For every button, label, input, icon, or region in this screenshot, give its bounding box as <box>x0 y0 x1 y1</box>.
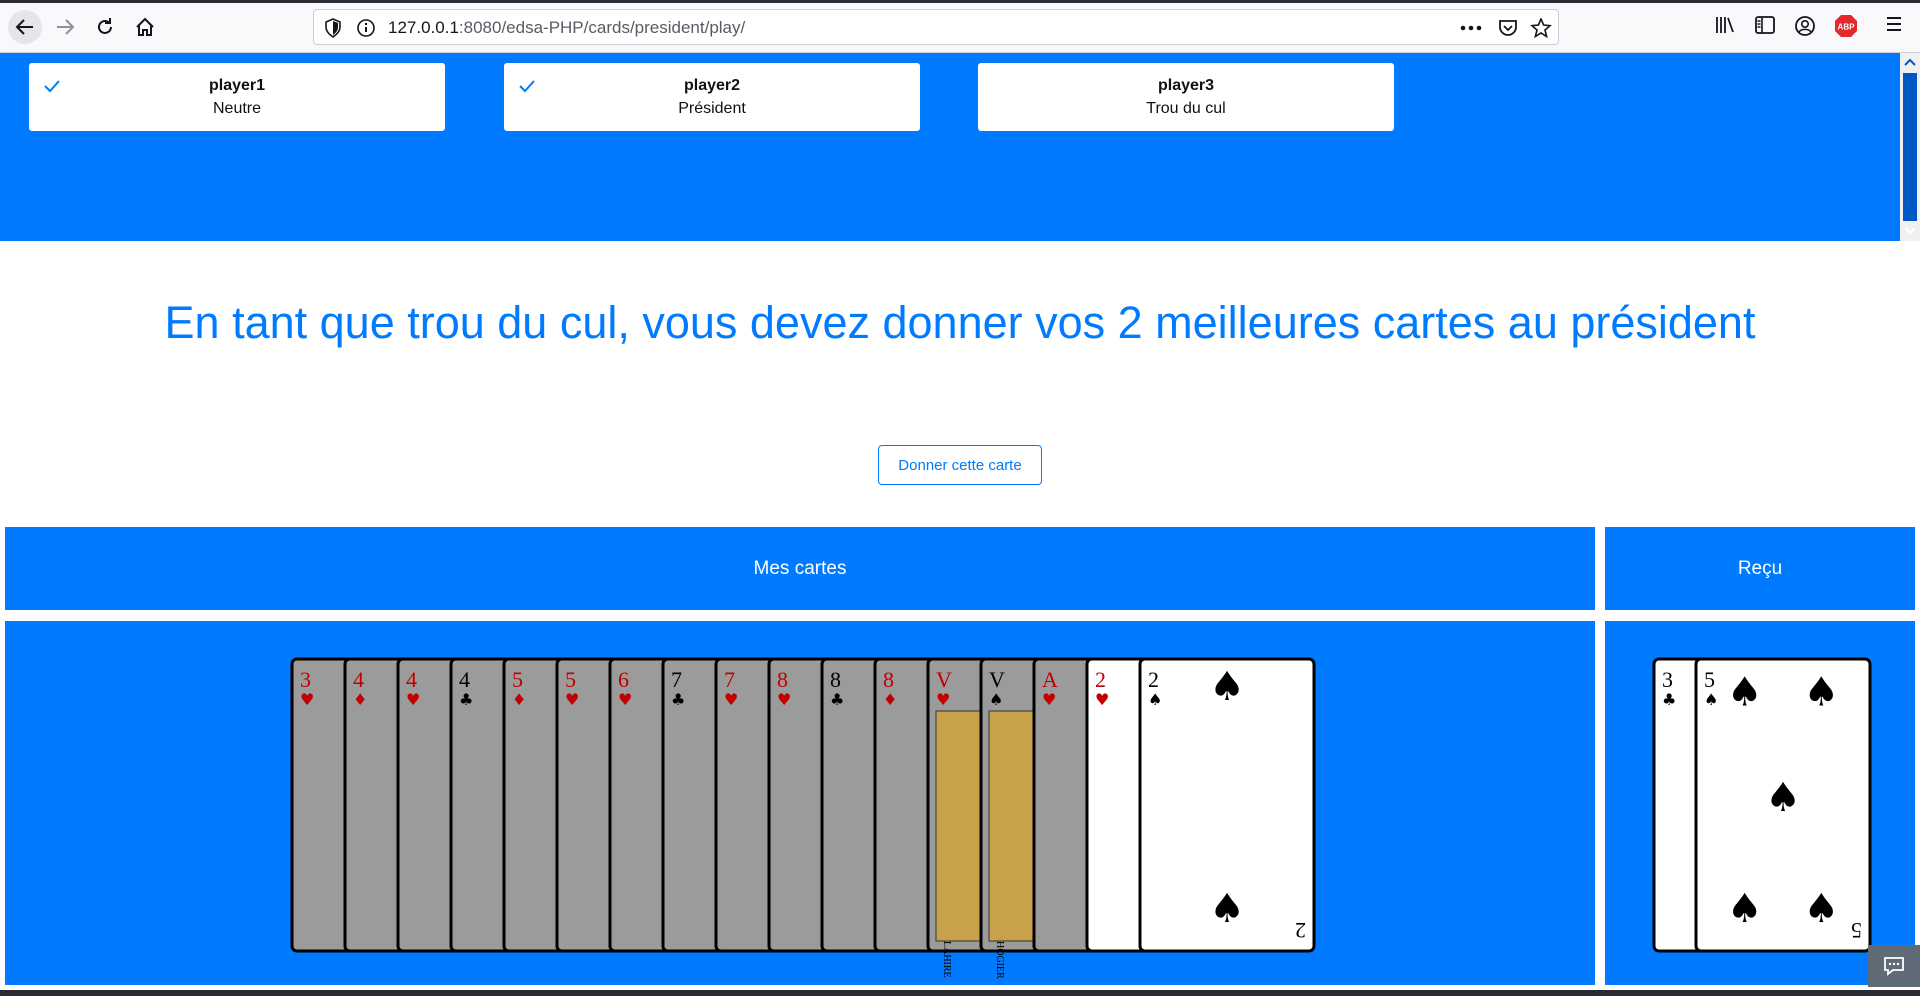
card-suit-icon: ♥ <box>1042 690 1056 709</box>
card-suit-icon: ♥ <box>777 690 791 709</box>
card-rank: 3 <box>1662 667 1673 692</box>
player-card-1: player1 Neutre <box>29 63 445 131</box>
bottom-strip <box>0 990 1920 996</box>
scrollbar-thumb[interactable] <box>1903 73 1917 221</box>
title-strip <box>0 0 1920 3</box>
info-icon[interactable] <box>356 18 376 38</box>
card-suit-icon: ♠ <box>989 690 1003 709</box>
more-dots-icon[interactable] <box>1460 25 1482 31</box>
chat-button[interactable] <box>1868 945 1920 987</box>
players-panel: player1 Neutre player2 Président player3… <box>0 53 1900 241</box>
card-pip-icon: ♠ <box>1209 664 1245 710</box>
url-host: 127.0.0.1 <box>388 18 459 37</box>
card-pip-icon: ♠ <box>1803 670 1839 716</box>
player-name: player1 <box>208 77 266 94</box>
card-rank: 7 <box>671 667 682 692</box>
card-rank: V <box>936 667 952 692</box>
scroll-down-icon[interactable] <box>1904 227 1916 235</box>
card-suit-icon: ♥ <box>724 690 738 709</box>
player-card-2: player2 Président <box>504 63 920 131</box>
card-rank: 5 <box>512 667 523 692</box>
home-icon[interactable] <box>128 10 162 44</box>
card-rank: 4 <box>459 667 470 692</box>
account-icon[interactable] <box>1794 15 1816 37</box>
card-suit-icon: ♥ <box>936 690 950 709</box>
card-suit-icon: ♥ <box>300 690 314 709</box>
chat-bubble-icon <box>1884 957 1904 976</box>
card-pip-icon: ♠ <box>1803 886 1839 932</box>
card-rank: 2 <box>1095 667 1106 692</box>
card-rank: 2 <box>1148 667 1159 692</box>
player-role: Neutre <box>212 100 262 117</box>
received-header: Reçu <box>1605 527 1915 610</box>
adblock-label: ABP <box>1838 23 1856 32</box>
my-cards-header: Mes cartes <box>5 527 1595 610</box>
card-suit-icon: ♣ <box>830 690 844 709</box>
card-suit-icon: ♥ <box>565 690 579 709</box>
give-card-button[interactable]: Donner cette carte <box>878 445 1042 485</box>
card-rank: 3 <box>300 667 311 692</box>
adblock-icon[interactable]: ABP <box>1834 14 1858 38</box>
playing-card: 5♠ ♠ ♠♠♠ ♠ 5 <box>1694 657 1872 953</box>
player-role: Trou du cul <box>1146 100 1226 117</box>
card-rank: V <box>989 667 1005 692</box>
url-path: :8080/edsa-PHP/cards/president/play/ <box>458 18 746 37</box>
face-name: LAHIRE <box>941 941 952 978</box>
player-name: player3 <box>1157 77 1215 94</box>
card-suit-icon: ♥ <box>406 690 420 709</box>
back-arrow-icon[interactable] <box>8 10 42 44</box>
card-rank: 4 <box>353 667 364 692</box>
player-card-3: player3 Trou du cul <box>978 63 1394 131</box>
bookmark-star-icon[interactable] <box>1530 18 1552 38</box>
card-suit-icon: ♣ <box>459 690 473 709</box>
card-rank: A <box>1042 667 1058 692</box>
browser-toolbar: 127.0.0.1:8080/edsa-PHP/cards/president/… <box>0 0 1920 53</box>
instruction-text: En tant que trou du cul, vous devez donn… <box>164 297 1756 348</box>
library-icon[interactable] <box>1714 15 1736 35</box>
card-rank: 2 <box>1295 918 1306 943</box>
my-cards-area: 3♥4♦♦♦♦4♥♥♥♥4♣♣♣♣5♦♦♦♦5♥♥♥♥6♥♥♥♥7♣♣♣♣7♥♥… <box>5 621 1595 985</box>
forward-arrow-icon[interactable] <box>48 10 82 44</box>
card-rank: 7 <box>724 667 735 692</box>
card-rank: 5 <box>1704 667 1715 692</box>
card-suit-icon: ♠ <box>1148 690 1162 709</box>
received-hand: 3♣5♠ ♠ ♠♠♠ ♠ 5 <box>1652 657 1872 953</box>
pocket-icon[interactable] <box>1498 18 1518 38</box>
received-cards-area: 3 ♣ 5 ♠ ♠ ♠ ♠ ♠ ♠ 5 <box>1605 621 1915 985</box>
card-rank: 8 <box>830 667 841 692</box>
card-suit-icon: ♣ <box>671 690 685 709</box>
card-suit-icon: ♠ <box>1704 690 1718 709</box>
card-rank: 4 <box>406 667 417 692</box>
card-pip-icon: ♠ <box>1727 670 1763 716</box>
players-panel-scrollbar[interactable] <box>1900 53 1920 241</box>
playing-card[interactable]: 2♠ ♠♠ 2 <box>1138 657 1316 953</box>
my-hand: 3♥4♦♦♦♦4♥♥♥♥4♣♣♣♣5♦♦♦♦5♥♥♥♥6♥♥♥♥7♣♣♣♣7♥♥… <box>290 657 1316 979</box>
card-pip-icon: ♠ <box>1727 886 1763 932</box>
card-suit-icon: ♦ <box>512 690 526 709</box>
card-rank: 5 <box>565 667 576 692</box>
card-suit-icon: ♥ <box>1095 690 1109 709</box>
player-role: Président <box>678 100 746 117</box>
url-text[interactable]: 127.0.0.1:8080/edsa-PHP/cards/president/… <box>388 18 745 38</box>
card-suit-icon: ♣ <box>1662 690 1676 709</box>
url-bar[interactable]: 127.0.0.1:8080/edsa-PHP/cards/president/… <box>313 9 1559 45</box>
face-name: HOGIER <box>994 941 1005 979</box>
card-pip-icon: ♠ <box>1209 886 1245 932</box>
card-suit-icon: ♦ <box>353 690 367 709</box>
card-rank: 8 <box>883 667 894 692</box>
card-rank: 8 <box>777 667 788 692</box>
player-name: player2 <box>683 77 741 94</box>
card-rank: 6 <box>618 667 629 692</box>
reload-icon[interactable] <box>88 10 122 44</box>
card-suit-icon: ♥ <box>618 690 632 709</box>
shield-icon[interactable] <box>324 18 342 38</box>
sidebar-icon[interactable] <box>1754 15 1776 35</box>
card-pip-icon: ♠ <box>1765 775 1801 821</box>
hamburger-menu-icon[interactable] <box>1884 15 1904 33</box>
card-suit-icon: ♦ <box>883 690 897 709</box>
card-rank: 5 <box>1851 918 1862 943</box>
scroll-up-icon[interactable] <box>1904 58 1916 66</box>
